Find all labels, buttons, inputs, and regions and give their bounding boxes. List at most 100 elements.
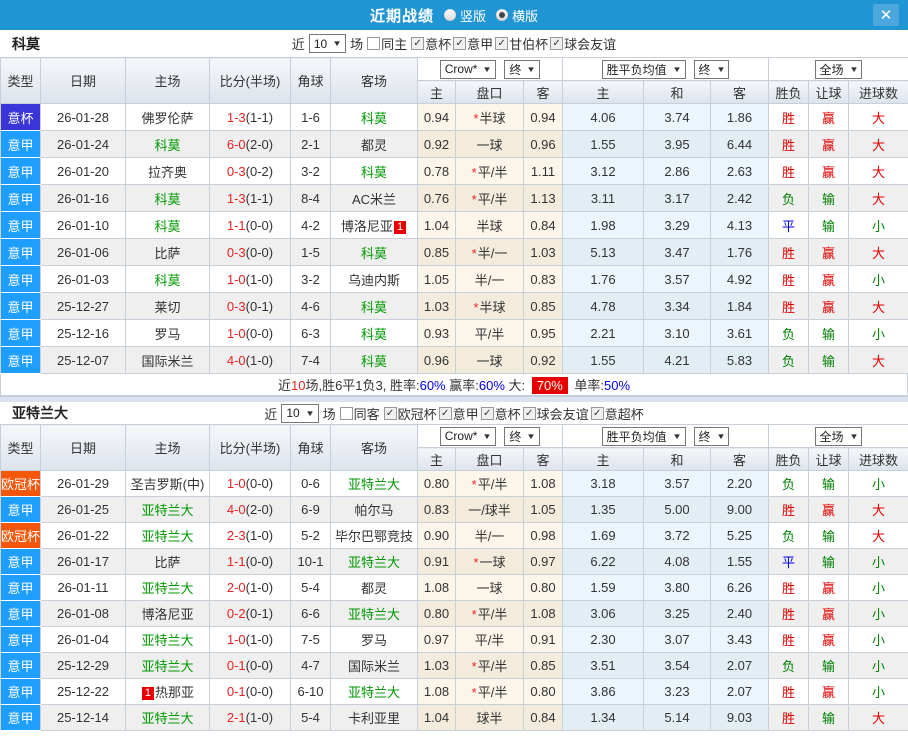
cell-corner: 0-6 (290, 470, 331, 497)
cell-league: 意甲 (0, 496, 41, 523)
match-count-select[interactable]: 10 ▼ (281, 403, 319, 423)
cell-result-wdl: 负 (768, 522, 810, 549)
star-marker: * (473, 299, 479, 315)
cell-result-goals: 大 (848, 496, 908, 523)
cell-league: 意甲 (0, 548, 41, 575)
filter-bar: 近 10 ▼ 场 同客 ✓ 欧冠杯 ✓ 意甲 ✓ 意杯 ✓ 球会友谊 ✓ 意超杯 (264, 403, 644, 423)
league-filter-label: 球会友谊 (564, 37, 617, 52)
cell-result-wdl: 胜 (768, 678, 810, 705)
match-count-select[interactable]: 10 ▼ (308, 34, 347, 53)
team-name: 莱切 (154, 299, 181, 315)
radio-selected-icon[interactable] (496, 9, 508, 21)
cell-date: 25-12-07 (40, 346, 126, 374)
match-row: 意甲 25-12-29 亚特兰大 0-1(0-0) 4-7 国际米兰 1.03 *平/半 0.8… (0, 652, 908, 679)
odds-final-select[interactable]: 终 ▼ (693, 426, 730, 446)
match-row: 意甲 25-12-27 莱切 0-3(0-1) 4-6 科莫 1.03 *半球 0.85 4.78… (0, 292, 908, 320)
cell-score: 0-3(0-0) (209, 238, 291, 266)
cell-odds-draw: 3.07 (643, 626, 711, 653)
fulltime-score: 2-0 (226, 580, 246, 595)
cell-result-wdl: 负 (768, 319, 810, 347)
checkbox-icon[interactable] (367, 37, 381, 50)
wdl-average-select[interactable]: 胜平负均值 ▼ (601, 59, 686, 79)
cell-odds-home: 1.76 (562, 265, 644, 293)
checkbox-icon[interactable] (339, 406, 353, 420)
checkbox-icon[interactable]: ✓ (590, 406, 604, 420)
col-handicap-line: 盘口 (455, 447, 524, 471)
cell-result-handicap: 输 (808, 704, 850, 731)
bookmaker-select[interactable]: Crow* ▼ (439, 59, 497, 79)
col-odds-draw: 和 (643, 447, 711, 471)
halftime-score: (0-1) (245, 606, 274, 621)
bookmaker-select[interactable]: Crow* ▼ (439, 426, 497, 446)
section-header: 科莫 近 10 ▼ 场 同主 ✓ 意杯 ✓ 意甲 ✓ 甘伯杯 ✓ 球会友谊 (0, 30, 908, 57)
cell-odds-away: 4.92 (709, 265, 770, 293)
fulltime-score: 0-2 (226, 606, 246, 621)
scope-value: 全场 (819, 62, 844, 77)
checkbox-icon[interactable]: ✓ (438, 406, 452, 420)
cell-away-team: 科莫 (330, 157, 418, 185)
cell-odds-home: 3.12 (562, 157, 644, 185)
close-button[interactable]: ✕ (873, 4, 899, 26)
cell-score: 1-0(0-0) (209, 319, 291, 347)
col-home: 主场 (125, 424, 210, 471)
cell-odds-away: 3.43 (709, 626, 770, 653)
match-row: 欧冠杯 26-01-22 亚特兰大 2-3(1-0) 5-2 毕尔巴鄂竞技 0.90 半/一 0… (0, 522, 908, 549)
handicap-final-select[interactable]: 终 ▼ (504, 59, 541, 79)
league-filter[interactable]: ✓ 意甲 (438, 404, 479, 423)
match-scope-select[interactable]: 全场 ▼ (814, 426, 863, 446)
cell-home-team: 圣吉罗斯(中) (125, 470, 210, 497)
cell-handicap-away-odds: 0.95 (523, 319, 563, 347)
col-date: 日期 (40, 57, 126, 104)
league-filter[interactable]: ✓ 球会友谊 (522, 404, 589, 423)
checkbox-icon[interactable]: ✓ (453, 37, 467, 50)
star-marker: * (471, 164, 477, 180)
cell-result-wdl: 负 (768, 184, 810, 212)
team-name: 亚特兰大 (347, 555, 400, 570)
cell-handicap-away-odds: 0.80 (523, 678, 563, 705)
handicap-final-select[interactable]: 终 ▼ (504, 426, 541, 446)
cell-result-goals: 小 (848, 470, 908, 497)
cell-result-wdl: 胜 (768, 238, 810, 266)
halftime-score: (1-0) (245, 528, 274, 543)
cell-result-goals: 小 (848, 574, 908, 601)
final-value: 终 (698, 62, 711, 77)
cell-result-handicap: 输 (808, 184, 850, 212)
checkbox-icon[interactable]: ✓ (550, 37, 564, 50)
cell-odds-away: 2.20 (709, 470, 770, 497)
checkbox-icon[interactable]: ✓ (522, 406, 536, 420)
layout-radio-horizontal[interactable]: 横版 (496, 6, 538, 25)
checkbox-icon[interactable]: ✓ (495, 37, 509, 50)
league-filter[interactable]: ✓ 意超杯 (590, 404, 644, 423)
cell-result-goals: 小 (848, 678, 908, 705)
checkbox-icon[interactable]: ✓ (480, 406, 494, 420)
same-venue-filter[interactable]: 同主 (367, 34, 407, 53)
league-filters: ✓ 欧冠杯 ✓ 意甲 ✓ 意杯 ✓ 球会友谊 ✓ 意超杯 (383, 404, 644, 423)
layout-radio-vertical[interactable]: 竖版 (443, 6, 486, 25)
cell-odds-home: 1.59 (562, 574, 644, 601)
cell-away-team: 毕尔巴鄂竞技 (330, 522, 418, 549)
cell-away-team: 亚特兰大 (330, 548, 418, 575)
fulltime-score: 1-3 (226, 190, 246, 206)
cell-handicap-home-odds: 0.78 (417, 157, 456, 185)
cell-result-wdl: 胜 (768, 103, 810, 131)
wdl-average-select[interactable]: 胜平负均值 ▼ (601, 426, 686, 446)
cell-score: 0-3(0-1) (209, 292, 291, 320)
match-scope-select[interactable]: 全场 ▼ (814, 59, 863, 79)
league-filter[interactable]: ✓ 甘伯杯 (495, 34, 548, 53)
cell-corner: 5-2 (290, 522, 331, 549)
league-filter[interactable]: ✓ 意杯 (411, 34, 451, 53)
league-filter[interactable]: ✓ 意甲 (453, 34, 493, 53)
same-venue-filter[interactable]: 同客 (339, 404, 380, 423)
cell-result-goals: 小 (848, 319, 908, 347)
league-filter[interactable]: ✓ 球会友谊 (550, 34, 616, 53)
col-corner: 角球 (290, 57, 331, 104)
league-filter-label: 球会友谊 (536, 406, 589, 422)
team-name: 国际米兰 (347, 659, 400, 674)
league-filter[interactable]: ✓ 意杯 (480, 404, 521, 423)
checkbox-icon[interactable]: ✓ (411, 37, 425, 50)
radio-icon[interactable] (443, 9, 456, 21)
checkbox-icon[interactable]: ✓ (383, 406, 397, 420)
odds-final-select[interactable]: 终 ▼ (693, 59, 730, 79)
league-filter[interactable]: ✓ 欧冠杯 (383, 404, 437, 423)
same-venue-label: 同主 (381, 37, 408, 52)
